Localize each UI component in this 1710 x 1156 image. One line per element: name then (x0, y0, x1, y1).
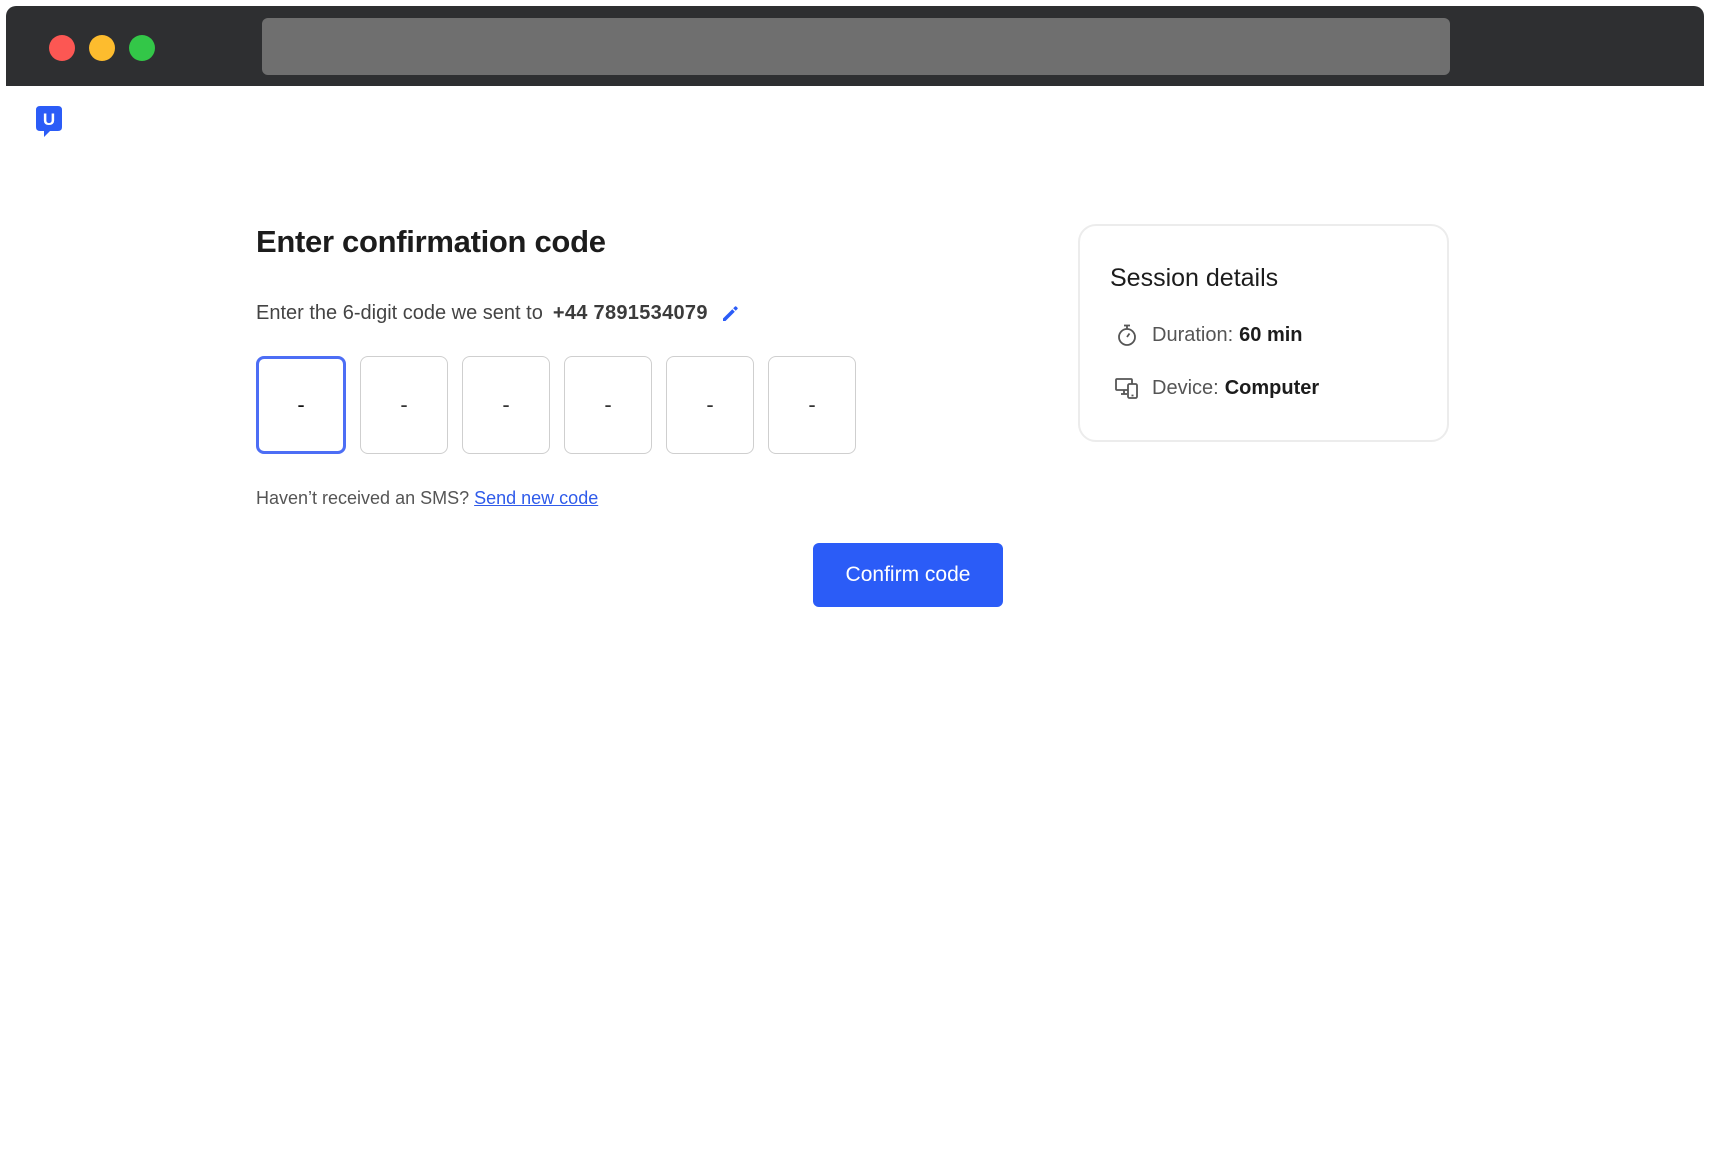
svg-text:U: U (43, 110, 55, 129)
pencil-icon (722, 305, 738, 321)
duration-label: Duration: (1152, 323, 1234, 346)
duration-row: Duration: 60 min (1114, 322, 1303, 348)
devices-icon (1114, 375, 1140, 401)
maximize-window-button[interactable] (129, 35, 155, 61)
address-bar[interactable] (262, 18, 1450, 75)
code-digit-input-4[interactable]: - (564, 356, 652, 454)
session-details-title: Session details (1110, 264, 1279, 292)
edit-phone-button[interactable] (720, 304, 740, 324)
send-new-code-link[interactable]: Send new code (474, 488, 598, 508)
phone-number: +44 7891534079 (552, 302, 708, 324)
stopwatch-icon (1114, 322, 1140, 348)
duration-value: 60 min (1239, 323, 1303, 346)
brand-logo: U (36, 106, 62, 138)
page-title: Enter confirmation code (256, 224, 606, 259)
device-row: Device: Computer (1114, 375, 1319, 401)
device-value: Computer (1224, 376, 1320, 399)
minimize-window-button[interactable] (89, 35, 115, 61)
session-details-card: Session details Duration: 60 min Device:… (1078, 224, 1449, 442)
close-window-button[interactable] (49, 35, 75, 61)
code-digit-input-6[interactable]: - (768, 356, 856, 454)
resend-row: Haven’t received an SMS? Send new code (256, 488, 598, 509)
code-digit-input-3[interactable]: - (462, 356, 550, 454)
browser-titlebar (6, 6, 1704, 86)
device-label: Device: (1152, 376, 1219, 399)
code-digit-input-5[interactable]: - (666, 356, 754, 454)
code-digit-input-1[interactable]: - (256, 356, 346, 454)
code-digit-input-2[interactable]: - (360, 356, 448, 454)
confirm-code-button[interactable]: Confirm code (813, 543, 1003, 607)
resend-prompt: Haven’t received an SMS? (256, 488, 470, 508)
code-instructions: Enter the 6-digit code we sent to +44 78… (256, 302, 740, 325)
code-input-group: - - - - - - (256, 356, 856, 454)
instructions-text: Enter the 6-digit code we sent to (256, 302, 543, 324)
